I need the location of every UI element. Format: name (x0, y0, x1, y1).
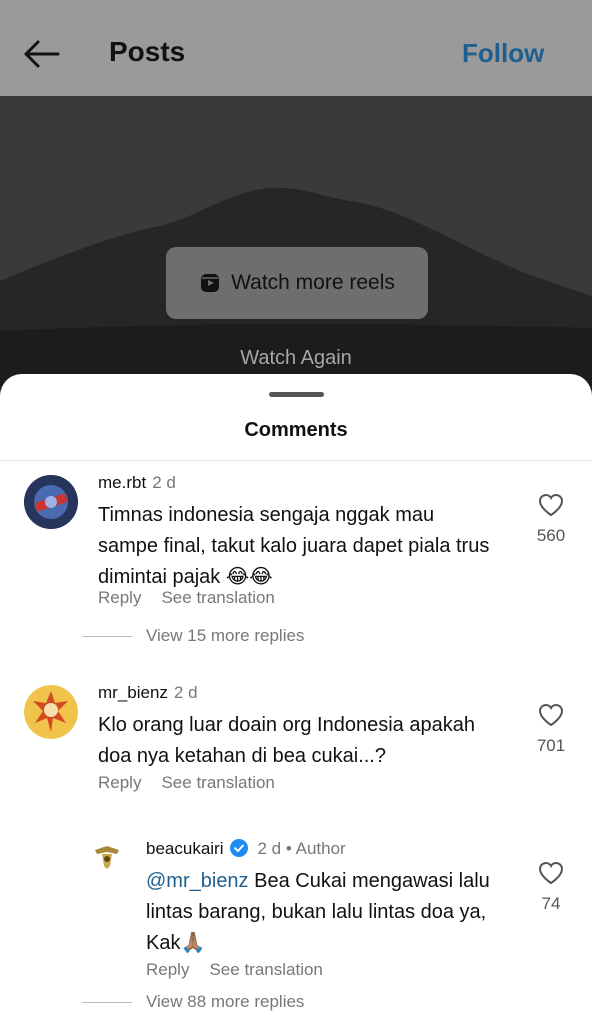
avatar[interactable] (24, 685, 78, 739)
like-count: 701 (536, 736, 566, 755)
reply-username[interactable]: beacukairi (146, 839, 224, 858)
author-badge: • Author (285, 839, 346, 858)
back-arrow-icon[interactable] (22, 38, 62, 70)
view-more-replies-label: View 88 more replies (146, 992, 305, 1011)
comment-text: Klo orang luar doain org Indonesia apaka… (98, 714, 475, 767)
comment-username[interactable]: me.rbt (98, 473, 146, 492)
watch-more-reels-label: Watch more reels (231, 271, 395, 294)
comment-time: 2 d (173, 683, 198, 702)
watch-more-reels-button[interactable]: Watch more reels (166, 247, 428, 319)
video-player[interactable]: Watch more reels Watch Again (0, 96, 592, 396)
verified-badge-icon (229, 839, 248, 857)
reels-icon (201, 274, 220, 292)
view-more-replies-button[interactable]: View 15 more replies (82, 626, 304, 646)
top-bar: Posts Follow (0, 0, 592, 96)
view-more-replies-label: View 15 more replies (146, 626, 305, 645)
reply-time: 2 d (257, 839, 282, 858)
replies-line (82, 635, 132, 637)
like-button[interactable]: 74 (531, 861, 571, 914)
reply-button[interactable]: Reply (146, 960, 189, 979)
mention-link[interactable]: @mr_bienz (146, 870, 249, 892)
follow-button[interactable]: Follow (462, 38, 544, 69)
drag-handle[interactable] (269, 392, 324, 397)
view-more-replies-button[interactable]: View 88 more replies (82, 992, 304, 1012)
avatar[interactable] (92, 842, 122, 872)
like-button[interactable]: 560 (531, 493, 571, 546)
heart-icon (538, 861, 564, 885)
like-button[interactable]: 701 (531, 703, 571, 756)
watch-again-link[interactable]: Watch Again (0, 347, 592, 370)
like-count: 74 (541, 894, 561, 913)
reply-button[interactable]: Reply (98, 588, 141, 607)
avatar[interactable] (24, 475, 78, 529)
comment-time: 2 d (152, 473, 176, 492)
comment-text: Timnas indonesia sengaja nggak mau sampe… (98, 504, 490, 588)
see-translation-button[interactable]: See translation (161, 773, 274, 792)
reply-text: @mr_bienz Bea Cukai mengawasi lalu linta… (146, 866, 516, 959)
comment-username[interactable]: mr_bienz (98, 683, 168, 702)
comments-title: Comments (244, 419, 348, 441)
replies-line (82, 1001, 132, 1003)
see-translation-button[interactable]: See translation (209, 960, 322, 979)
heart-icon (538, 703, 564, 727)
divider (0, 460, 592, 461)
comments-sheet: Comments me.rbt 2 d Timnas indonesia seng… (0, 374, 592, 1034)
page-title: Posts (109, 36, 186, 67)
like-count: 560 (536, 526, 566, 545)
heart-icon (538, 493, 564, 517)
reply-button[interactable]: Reply (98, 773, 141, 792)
see-translation-button[interactable]: See translation (161, 588, 274, 607)
